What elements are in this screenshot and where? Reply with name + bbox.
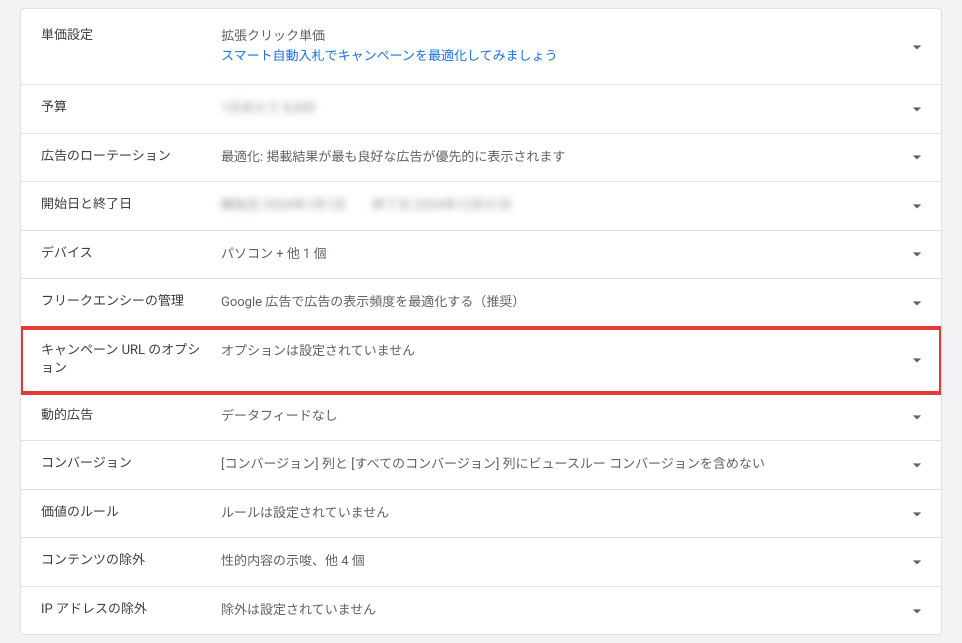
chevron-down-icon <box>907 407 927 427</box>
row-frequency-management[interactable]: フリークエンシーの管理 Google 広告で広告の表示頻度を最適化する（推奨） <box>21 279 941 328</box>
row-label: コンバージョン <box>41 455 221 473</box>
chevron-down-icon <box>907 293 927 313</box>
row-label: IP アドレスの除外 <box>41 601 221 619</box>
blurred-value: 1日あたり 8,000 <box>221 101 315 116</box>
smart-bidding-link[interactable]: スマート自動入札でキャンペーンを最適化してみましょう <box>221 47 895 67</box>
row-label: 価値のルール <box>41 504 221 522</box>
chevron-down-icon <box>907 350 927 370</box>
chevron-down-icon <box>907 147 927 167</box>
row-ad-rotation[interactable]: 広告のローテーション 最適化: 掲載結果が最も良好な広告が優先的に表示されます <box>21 134 941 183</box>
row-value: オプションは設定されていません <box>221 342 925 362</box>
row-budget[interactable]: 予算 1日あたり 8,000 <box>21 85 941 134</box>
row-label: 動的広告 <box>41 407 221 425</box>
row-ip-exclusions[interactable]: IP アドレスの除外 除外は設定されていません <box>21 587 941 635</box>
row-value: 拡張クリック単価 スマート自動入札でキャンペーンを最適化してみましょう <box>221 27 925 66</box>
row-label: 予算 <box>41 99 221 117</box>
chevron-down-icon <box>907 552 927 572</box>
row-conversions[interactable]: コンバージョン [コンバージョン] 列と [すべてのコンバージョン] 列にビュー… <box>21 441 941 490</box>
row-value: [コンバージョン] 列と [すべてのコンバージョン] 列にビュースルー コンバー… <box>221 455 925 475</box>
row-label: コンテンツの除外 <box>41 552 221 570</box>
chevron-down-icon <box>907 504 927 524</box>
campaign-settings-list: 単価設定 拡張クリック単価 スマート自動入札でキャンペーンを最適化してみましょう… <box>20 8 942 635</box>
row-value: 性的内容の示唆、他 4 個 <box>221 552 925 572</box>
row-label: デバイス <box>41 245 221 263</box>
blurred-value: 開始日 2024年1月1日 終了日 2024年12月31日 <box>221 198 512 213</box>
row-value: パソコン + 他 1 個 <box>221 245 925 265</box>
row-value: ルールは設定されていません <box>221 504 925 524</box>
row-value: 開始日 2024年1月1日 終了日 2024年12月31日 <box>221 196 925 216</box>
chevron-down-icon <box>907 37 927 57</box>
row-label: フリークエンシーの管理 <box>41 293 221 311</box>
chevron-down-icon <box>907 99 927 119</box>
row-start-end-dates[interactable]: 開始日と終了日 開始日 2024年1月1日 終了日 2024年12月31日 <box>21 182 941 231</box>
row-label: キャンペーン URL のオプション <box>41 342 221 378</box>
row-devices[interactable]: デバイス パソコン + 他 1 個 <box>21 231 941 280</box>
row-value-rules[interactable]: 価値のルール ルールは設定されていません <box>21 490 941 539</box>
chevron-down-icon <box>907 455 927 475</box>
row-value: 1日あたり 8,000 <box>221 99 925 119</box>
row-value: 除外は設定されていません <box>221 601 925 621</box>
row-label: 開始日と終了日 <box>41 196 221 214</box>
row-value: Google 広告で広告の表示頻度を最適化する（推奨） <box>221 293 925 313</box>
chevron-down-icon <box>907 244 927 264</box>
row-label: 広告のローテーション <box>41 148 221 166</box>
row-label: 単価設定 <box>41 27 221 45</box>
row-value: データフィードなし <box>221 407 925 427</box>
chevron-down-icon <box>907 196 927 216</box>
row-bidding[interactable]: 単価設定 拡張クリック単価 スマート自動入札でキャンペーンを最適化してみましょう <box>21 9 941 85</box>
chevron-down-icon <box>907 601 927 621</box>
bidding-value: 拡張クリック単価 <box>221 27 895 47</box>
row-dynamic-ads[interactable]: 動的広告 データフィードなし <box>21 393 941 442</box>
row-value: 最適化: 掲載結果が最も良好な広告が優先的に表示されます <box>221 148 925 168</box>
row-campaign-url-options[interactable]: キャンペーン URL のオプション オプションは設定されていません <box>21 328 941 393</box>
row-content-exclusions[interactable]: コンテンツの除外 性的内容の示唆、他 4 個 <box>21 538 941 587</box>
